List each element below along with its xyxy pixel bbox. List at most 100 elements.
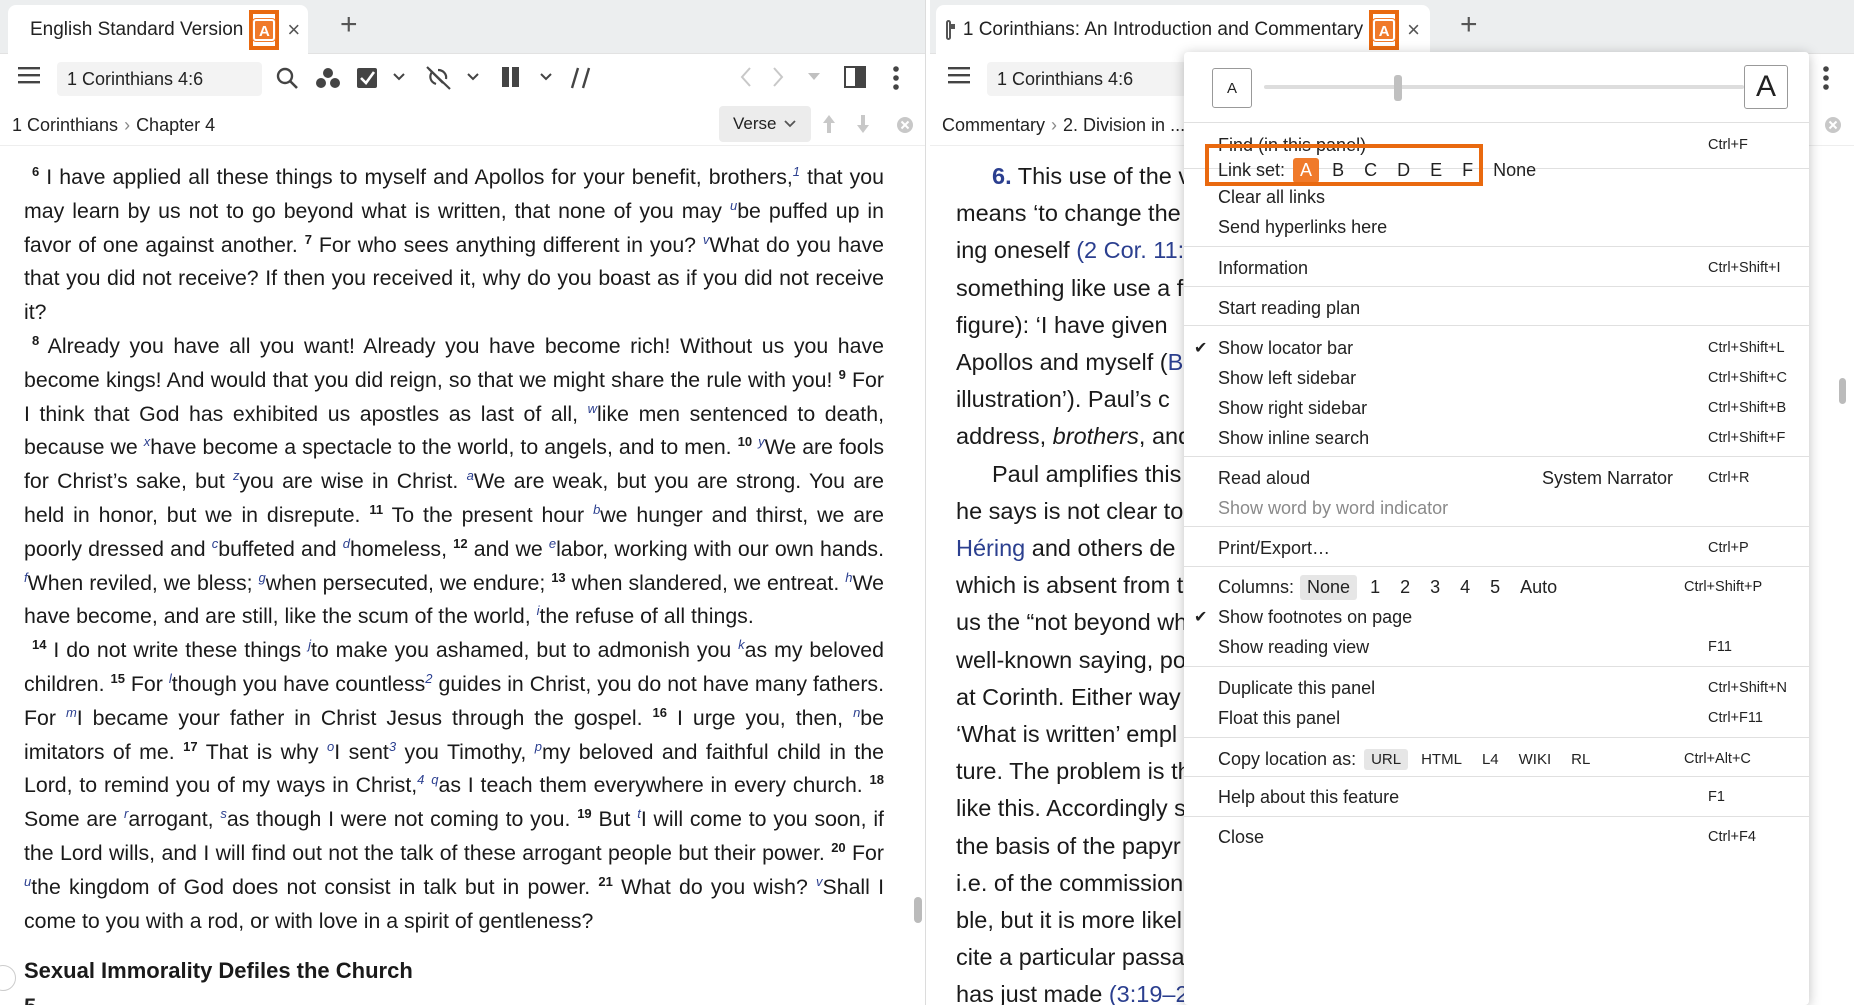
- menu-item-close[interactable]: Close Ctrl+F4: [1184, 821, 1809, 853]
- checklist-icon[interactable]: [356, 66, 380, 90]
- link-set-badge[interactable]: A: [249, 9, 280, 50]
- layout-icon[interactable]: [844, 66, 866, 88]
- close-icon[interactable]: [896, 116, 914, 134]
- copy-format-option[interactable]: URL: [1364, 748, 1409, 770]
- copy-format-option[interactable]: WIKI: [1512, 749, 1559, 770]
- breadcrumb-commentary[interactable]: Commentary: [942, 115, 1045, 135]
- add-tab-icon[interactable]: +: [340, 8, 358, 42]
- more-icon[interactable]: [893, 66, 899, 90]
- author-link[interactable]: Héring: [956, 535, 1025, 561]
- breadcrumb-section[interactable]: 2. Division in ...: [1063, 115, 1185, 135]
- menu-item-duplicate[interactable]: Duplicate this panel Ctrl+Shift+N: [1184, 672, 1809, 704]
- checkmark-icon: ✔: [1194, 340, 1208, 357]
- tab-bar: 1 Corinthians: An Introduction and Comme…: [930, 0, 1854, 54]
- copy-location-row: Copy location as: URL HTML L4 WIKI RL: [1218, 742, 1603, 776]
- copy-location-shortcut: Ctrl+Alt+C: [1684, 751, 1751, 767]
- tab-commentary[interactable]: 1 Corinthians: An Introduction and Comme…: [936, 5, 1430, 54]
- reference-box[interactable]: 1 Corinthians 4:6: [987, 62, 1187, 96]
- tab-esv[interactable]: English Standard Version A ×: [8, 5, 308, 54]
- menu-item-reading-view[interactable]: Show reading view F11: [1184, 631, 1809, 663]
- chevron-down-icon: [784, 120, 797, 128]
- checkmark-icon: ✔: [1194, 609, 1208, 626]
- copy-format-option[interactable]: L4: [1475, 749, 1506, 770]
- breadcrumb-chapter[interactable]: Chapter 4: [136, 115, 215, 135]
- read-aloud-voice[interactable]: System Narrator: [1542, 468, 1673, 489]
- menu-item-float[interactable]: Float this panel Ctrl+F11: [1184, 702, 1809, 734]
- bible-text: 6 I have applied all these things to mys…: [24, 163, 885, 933]
- font-size-slider[interactable]: [1264, 85, 1744, 89]
- link-set-highlight: [1205, 144, 1483, 186]
- scripture-link[interactable]: (3:19–2: [1109, 981, 1189, 1005]
- copy-format-option[interactable]: HTML: [1414, 749, 1469, 770]
- menu-item-inline-search[interactable]: Show inline search Ctrl+Shift+F: [1184, 422, 1809, 454]
- menu-item-left-sidebar[interactable]: Show left sidebar Ctrl+Shift+C: [1184, 362, 1809, 394]
- columns-option[interactable]: None: [1300, 574, 1358, 600]
- menu-icon[interactable]: [948, 66, 970, 84]
- sidebar-toggle[interactable]: [0, 965, 16, 991]
- columns-option[interactable]: 4: [1453, 575, 1477, 600]
- menu-item-print[interactable]: Print/Export… Ctrl+P: [1184, 532, 1809, 564]
- search-icon[interactable]: [276, 67, 298, 89]
- down-arrow-icon[interactable]: [856, 114, 870, 134]
- scripture-link[interactable]: (2 Cor. 11:: [1076, 237, 1184, 263]
- columns-option[interactable]: Auto: [1513, 575, 1564, 600]
- up-arrow-icon[interactable]: [822, 114, 836, 134]
- columns-row: Columns: None 1 2 3 4 5 Auto: [1218, 570, 1570, 604]
- more-icon[interactable]: [1823, 66, 1829, 90]
- tab-title: 1 Corinthians: An Introduction and Comme…: [962, 18, 1364, 40]
- document-icon: [946, 19, 955, 40]
- scrollbar-thumb[interactable]: [1839, 378, 1846, 404]
- link-set-badge[interactable]: A: [1369, 9, 1400, 50]
- parallel-icon[interactable]: [502, 67, 520, 87]
- link-set-option[interactable]: None: [1486, 158, 1543, 183]
- menu-item-footnotes[interactable]: ✔ Show footnotes on page: [1184, 601, 1809, 633]
- tab-bar: English Standard Version A × +: [0, 0, 925, 54]
- left-panel: English Standard Version A × + 1 Corinth…: [0, 0, 926, 1005]
- chevron-down-icon[interactable]: [540, 73, 552, 81]
- forward-icon[interactable]: [772, 67, 784, 87]
- font-smaller-button[interactable]: A: [1212, 68, 1252, 108]
- people-icon[interactable]: [316, 67, 340, 89]
- columns-option[interactable]: 3: [1423, 575, 1447, 600]
- history-dropdown-icon[interactable]: [808, 73, 820, 81]
- menu-item-help[interactable]: Help about this feature F1: [1184, 781, 1809, 813]
- menu-item-reading-plan[interactable]: Start reading plan: [1184, 292, 1809, 324]
- add-tab-icon[interactable]: +: [1460, 8, 1478, 42]
- verse-dropdown[interactable]: Verse: [719, 106, 811, 142]
- columns-option[interactable]: 1: [1363, 575, 1387, 600]
- columns-shortcut: Ctrl+Shift+P: [1684, 579, 1763, 595]
- close-icon[interactable]: ×: [287, 17, 300, 43]
- panel-toolbar: 1 Corinthians 4:6: [0, 54, 925, 104]
- breadcrumb: Commentary › 2. Division in ...: [942, 115, 1186, 135]
- interlinear-icon[interactable]: [570, 66, 592, 90]
- chevron-down-icon[interactable]: [467, 73, 479, 81]
- chapter-number: 5: [24, 994, 36, 1005]
- menu-icon[interactable]: [18, 66, 40, 84]
- menu-item-locator-bar[interactable]: ✔ Show locator bar Ctrl+Shift+L: [1184, 332, 1809, 364]
- breadcrumb: 1 Corinthians › Chapter 4: [12, 115, 216, 135]
- menu-item-right-sidebar[interactable]: Show right sidebar Ctrl+Shift+B: [1184, 392, 1809, 424]
- tab-title: English Standard Version: [30, 18, 244, 40]
- scrollbar-thumb[interactable]: [914, 897, 922, 923]
- font-larger-button[interactable]: A: [1744, 65, 1788, 109]
- visual-filter-icon[interactable]: [426, 66, 452, 90]
- close-icon[interactable]: [1824, 116, 1842, 134]
- columns-option[interactable]: 5: [1483, 575, 1507, 600]
- back-icon[interactable]: [740, 67, 752, 87]
- section-heading: Sexual Immorality Defiles the Church: [24, 958, 413, 983]
- panel-menu: A A Find (in this panel) Ctrl+F Link set:…: [1184, 52, 1809, 1005]
- menu-item-word-indicator: Show word by word indicator: [1218, 497, 1449, 518]
- menu-item-information[interactable]: Information Ctrl+Shift+I: [1184, 252, 1809, 284]
- verse-dropdown-label: Verse: [733, 114, 777, 133]
- close-icon[interactable]: ×: [1407, 17, 1420, 43]
- reference-box[interactable]: 1 Corinthians 4:6: [57, 62, 262, 96]
- columns-option[interactable]: 2: [1393, 575, 1417, 600]
- scripture-link[interactable]: B: [1168, 349, 1184, 375]
- breadcrumb-book[interactable]: 1 Corinthians: [12, 115, 118, 135]
- font-size-slider-thumb[interactable]: [1394, 75, 1402, 101]
- menu-item-read-aloud[interactable]: Read aloud System Narrator Ctrl+R: [1184, 462, 1809, 494]
- copy-format-option[interactable]: RL: [1564, 749, 1597, 770]
- chevron-down-icon[interactable]: [393, 73, 405, 81]
- menu-item-send-links[interactable]: Send hyperlinks here: [1184, 211, 1809, 243]
- menu-item-clear-links[interactable]: Clear all links: [1184, 181, 1809, 213]
